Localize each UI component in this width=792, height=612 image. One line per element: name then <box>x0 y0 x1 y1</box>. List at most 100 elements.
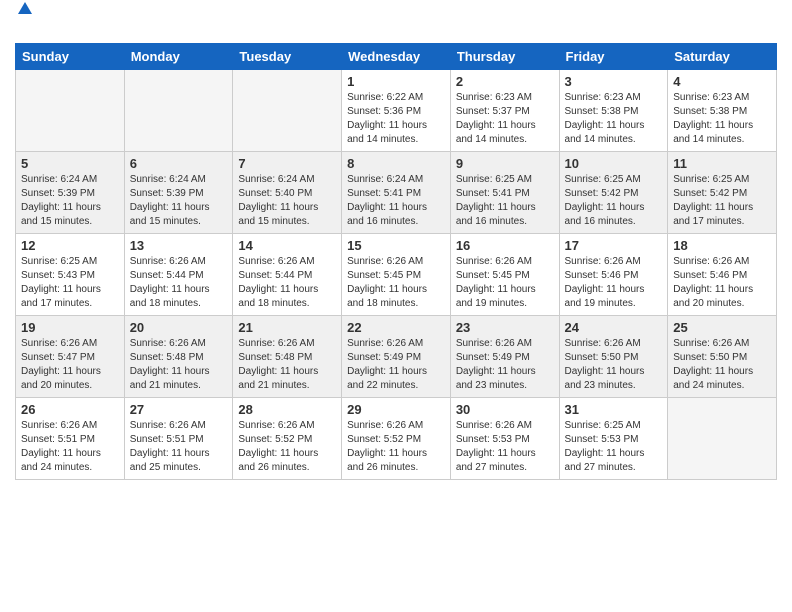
calendar-day-cell: 11 Sunrise: 6:25 AM Sunset: 5:42 PM Dayli… <box>668 152 777 234</box>
day-info: Sunrise: 6:26 AM Sunset: 5:46 PM Dayligh… <box>565 255 663 311</box>
calendar-day-cell: 19Sunrise: 6:26 AM Sunset: 5:47 PM Dayli… <box>16 316 125 398</box>
calendar-day-cell: 17 Sunrise: 6:26 AM Sunset: 5:46 PM Dayli… <box>559 234 668 316</box>
weekday-header-wednesday: Wednesday <box>342 44 451 70</box>
calendar-day-cell: 8 Sunrise: 6:24 AM Sunset: 5:41 PM Daylig… <box>342 152 451 234</box>
day-number: 10 <box>565 156 663 171</box>
day-info: Sunrise: 6:26 AM Sunset: 5:49 PM Dayligh… <box>456 337 554 393</box>
day-info: Sunrise: 6:26 AM Sunset: 5:46 PM Dayligh… <box>673 255 771 311</box>
weekday-header-thursday: Thursday <box>450 44 559 70</box>
calendar-day-cell: 9 Sunrise: 6:25 AM Sunset: 5:41 PM Daylig… <box>450 152 559 234</box>
day-number: 21 <box>238 320 336 335</box>
weekday-header-monday: Monday <box>124 44 233 70</box>
day-info: Sunrise: 6:25 AM Sunset: 5:43 PM Dayligh… <box>21 255 119 311</box>
calendar-week-row: 26 Sunrise: 6:26 AM Sunset: 5:51 PM Dayli… <box>16 398 777 480</box>
calendar-day-cell <box>233 70 342 152</box>
day-info: Sunrise: 6:26 AM Sunset: 5:45 PM Dayligh… <box>347 255 445 311</box>
day-info: Sunrise: 6:26 AM Sunset: 5:53 PM Dayligh… <box>456 419 554 475</box>
day-info: Sunrise: 6:25 AM Sunset: 5:41 PM Dayligh… <box>456 173 554 229</box>
calendar-day-cell: 1Sunrise: 6:22 AM Sunset: 5:36 PM Daylig… <box>342 70 451 152</box>
calendar-day-cell: 7 Sunrise: 6:24 AM Sunset: 5:40 PM Daylig… <box>233 152 342 234</box>
day-number: 9 <box>456 156 554 171</box>
day-number: 4 <box>673 74 771 89</box>
calendar-day-cell: 28 Sunrise: 6:26 AM Sunset: 5:52 PM Dayli… <box>233 398 342 480</box>
calendar-table: SundayMondayTuesdayWednesdayThursdayFrid… <box>15 43 777 480</box>
calendar-day-cell: 12 Sunrise: 6:25 AM Sunset: 5:43 PM Dayli… <box>16 234 125 316</box>
calendar-day-cell: 23 Sunrise: 6:26 AM Sunset: 5:49 PM Dayli… <box>450 316 559 398</box>
day-number: 17 <box>565 238 663 253</box>
logo-icon <box>16 0 34 18</box>
weekday-header-friday: Friday <box>559 44 668 70</box>
day-number: 14 <box>238 238 336 253</box>
day-number: 24 <box>565 320 663 335</box>
calendar-day-cell: 10 Sunrise: 6:25 AM Sunset: 5:42 PM Dayli… <box>559 152 668 234</box>
day-number: 19 <box>21 320 119 335</box>
day-info: Sunrise: 6:26 AM Sunset: 5:44 PM Dayligh… <box>238 255 336 311</box>
calendar-day-cell: 21 Sunrise: 6:26 AM Sunset: 5:48 PM Dayli… <box>233 316 342 398</box>
calendar-day-cell: 25 Sunrise: 6:26 AM Sunset: 5:50 PM Dayli… <box>668 316 777 398</box>
day-info: Sunrise: 6:26 AM Sunset: 5:52 PM Dayligh… <box>347 419 445 475</box>
day-number: 15 <box>347 238 445 253</box>
calendar-day-cell: 6Sunrise: 6:24 AM Sunset: 5:39 PM Daylig… <box>124 152 233 234</box>
calendar-day-cell: 18Sunrise: 6:26 AM Sunset: 5:46 PM Dayli… <box>668 234 777 316</box>
day-number: 25 <box>673 320 771 335</box>
day-info: Sunrise: 6:25 AM Sunset: 5:42 PM Dayligh… <box>565 173 663 229</box>
day-info: Sunrise: 6:26 AM Sunset: 5:52 PM Dayligh… <box>238 419 336 475</box>
calendar-day-cell: 31 Sunrise: 6:25 AM Sunset: 5:53 PM Dayli… <box>559 398 668 480</box>
calendar-week-row: 5 Sunrise: 6:24 AM Sunset: 5:39 PM Daylig… <box>16 152 777 234</box>
day-info: Sunrise: 6:26 AM Sunset: 5:45 PM Dayligh… <box>456 255 554 311</box>
day-info: Sunrise: 6:24 AM Sunset: 5:40 PM Dayligh… <box>238 173 336 229</box>
calendar-day-cell: 16 Sunrise: 6:26 AM Sunset: 5:45 PM Dayli… <box>450 234 559 316</box>
day-info: Sunrise: 6:26 AM Sunset: 5:48 PM Dayligh… <box>238 337 336 393</box>
day-number: 1 <box>347 74 445 89</box>
calendar-day-cell: 24 Sunrise: 6:26 AM Sunset: 5:50 PM Dayli… <box>559 316 668 398</box>
weekday-header-sunday: Sunday <box>16 44 125 70</box>
calendar-day-cell: 22Sunrise: 6:26 AM Sunset: 5:49 PM Dayli… <box>342 316 451 398</box>
calendar-day-cell: 15 Sunrise: 6:26 AM Sunset: 5:45 PM Dayli… <box>342 234 451 316</box>
day-info: Sunrise: 6:26 AM Sunset: 5:51 PM Dayligh… <box>21 419 119 475</box>
calendar-day-cell: 2Sunrise: 6:23 AM Sunset: 5:37 PM Daylig… <box>450 70 559 152</box>
calendar-day-cell: 29Sunrise: 6:26 AM Sunset: 5:52 PM Dayli… <box>342 398 451 480</box>
day-info: Sunrise: 6:26 AM Sunset: 5:44 PM Dayligh… <box>130 255 228 311</box>
day-number: 22 <box>347 320 445 335</box>
day-number: 16 <box>456 238 554 253</box>
day-info: Sunrise: 6:26 AM Sunset: 5:51 PM Dayligh… <box>130 419 228 475</box>
calendar-day-cell: 30 Sunrise: 6:26 AM Sunset: 5:53 PM Dayli… <box>450 398 559 480</box>
calendar-day-cell <box>16 70 125 152</box>
day-number: 11 <box>673 156 771 171</box>
day-number: 20 <box>130 320 228 335</box>
day-number: 2 <box>456 74 554 89</box>
day-number: 26 <box>21 402 119 417</box>
calendar-day-cell <box>124 70 233 152</box>
day-number: 27 <box>130 402 228 417</box>
calendar-week-row: 19Sunrise: 6:26 AM Sunset: 5:47 PM Dayli… <box>16 316 777 398</box>
calendar-day-cell: 14 Sunrise: 6:26 AM Sunset: 5:44 PM Dayli… <box>233 234 342 316</box>
calendar-day-cell: 13 Sunrise: 6:26 AM Sunset: 5:44 PM Dayli… <box>124 234 233 316</box>
day-number: 28 <box>238 402 336 417</box>
calendar-day-cell <box>668 398 777 480</box>
day-info: Sunrise: 6:24 AM Sunset: 5:39 PM Dayligh… <box>130 173 228 229</box>
day-number: 5 <box>21 156 119 171</box>
day-number: 31 <box>565 402 663 417</box>
day-info: Sunrise: 6:25 AM Sunset: 5:42 PM Dayligh… <box>673 173 771 229</box>
day-number: 12 <box>21 238 119 253</box>
calendar-day-cell: 3Sunrise: 6:23 AM Sunset: 5:38 PM Daylig… <box>559 70 668 152</box>
calendar-page: SundayMondayTuesdayWednesdayThursdayFrid… <box>0 0 792 612</box>
day-number: 30 <box>456 402 554 417</box>
day-info: Sunrise: 6:26 AM Sunset: 5:50 PM Dayligh… <box>673 337 771 393</box>
day-number: 3 <box>565 74 663 89</box>
calendar-day-cell: 4Sunrise: 6:23 AM Sunset: 5:38 PM Daylig… <box>668 70 777 152</box>
day-info: Sunrise: 6:26 AM Sunset: 5:48 PM Dayligh… <box>130 337 228 393</box>
weekday-header-saturday: Saturday <box>668 44 777 70</box>
weekday-header-tuesday: Tuesday <box>233 44 342 70</box>
day-info: Sunrise: 6:26 AM Sunset: 5:50 PM Dayligh… <box>565 337 663 393</box>
header <box>15 10 777 37</box>
day-number: 23 <box>456 320 554 335</box>
day-info: Sunrise: 6:25 AM Sunset: 5:53 PM Dayligh… <box>565 419 663 475</box>
day-number: 13 <box>130 238 228 253</box>
calendar-day-cell: 5 Sunrise: 6:24 AM Sunset: 5:39 PM Daylig… <box>16 152 125 234</box>
day-info: Sunrise: 6:24 AM Sunset: 5:39 PM Dayligh… <box>21 173 119 229</box>
calendar-week-row: 1Sunrise: 6:22 AM Sunset: 5:36 PM Daylig… <box>16 70 777 152</box>
day-info: Sunrise: 6:24 AM Sunset: 5:41 PM Dayligh… <box>347 173 445 229</box>
day-number: 7 <box>238 156 336 171</box>
day-number: 8 <box>347 156 445 171</box>
